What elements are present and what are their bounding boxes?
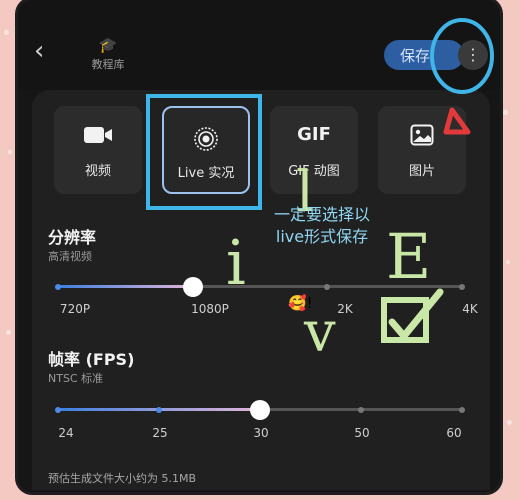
more-vertical-icon[interactable]: ⋮ [458,40,488,70]
framerate-tick-24: 24 [58,426,74,440]
handwritten-e: E [386,220,432,293]
framerate-stop-25[interactable] [156,406,162,413]
framerate-subtitle: NTSC 标准 [48,372,104,385]
save-button[interactable]: 保存 [384,40,464,70]
image-icon [378,124,466,148]
resolution-stop-2k[interactable] [324,283,330,290]
framerate-stop-60[interactable] [459,406,465,413]
mode-live[interactable]: Live 实况 [162,106,250,194]
tutorial-library-button[interactable]: 🎓 教程库 [78,36,138,72]
framerate-tick-60: 60 [446,426,462,440]
mode-gif-label: GIF 动图 [288,164,340,179]
mode-video-label: 视频 [84,164,111,179]
resolution-tick-2k: 2K [337,302,353,316]
graduation-cap-icon: 🎓 [98,36,118,54]
annotation-note: 一定要选择以live形式保存 [273,205,370,246]
framerate-stop-24[interactable] [55,406,61,413]
framerate-tick-25: 25 [152,426,168,440]
framerate-slider-thumb[interactable] [250,399,270,420]
mode-live-label: Live 实况 [177,166,235,181]
mode-image[interactable]: 图片 [378,106,466,194]
file-size-estimate: 预估生成文件大小约为 5.1MB [48,472,197,485]
handwritten-i: i [226,226,246,299]
chevron-left-icon[interactable]: ‹ [34,38,56,64]
framerate-tick-50: 50 [354,426,370,440]
mode-gif[interactable]: GIF GIF 动图 [270,106,358,194]
tutorial-library-label: 教程库 [91,58,125,71]
framerate-slider[interactable] [55,399,465,420]
resolution-tick-4k: 4K [462,302,478,316]
smiling-hearts-emoji: 🥰! [288,294,313,312]
mode-video[interactable]: 视频 [54,106,142,194]
video-camera-icon [54,124,142,148]
live-photo-icon [164,126,248,151]
resolution-subtitle: 高清视频 [48,250,92,263]
top-bar: ‹ 🎓 教程库 保存 ⋮ [18,0,500,90]
resolution-tick-720p: 720P [59,302,91,316]
resolution-tick-1080p: 1080P [191,302,229,316]
resolution-stop-720p[interactable] [55,283,61,290]
resolution-stop-4k[interactable] [459,283,465,290]
gif-icon: GIF [297,124,331,145]
resolution-title: 分辨率 [48,228,97,247]
framerate-tick-30: 30 [253,426,269,440]
framerate-title: 帧率 (FPS) [48,350,135,369]
framerate-stop-50[interactable] [358,406,364,413]
mode-image-label: 图片 [408,164,435,179]
resolution-slider-fill [58,285,193,288]
resolution-slider-thumb[interactable] [183,276,203,297]
